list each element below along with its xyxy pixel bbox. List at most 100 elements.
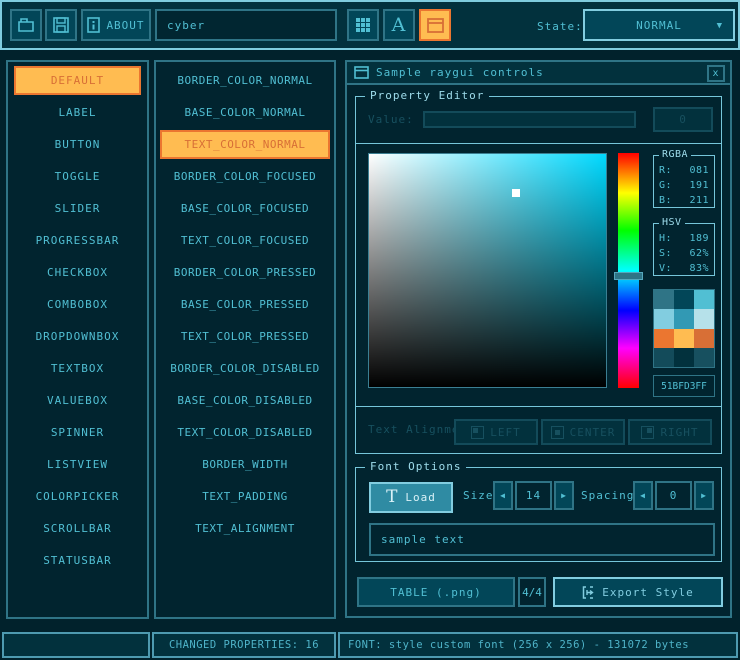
about-button[interactable]: ABOUT <box>81 9 151 41</box>
control-item-valuebox[interactable]: VALUEBOX <box>14 386 141 415</box>
hue-slider[interactable] <box>618 153 639 388</box>
window-titlebar[interactable]: Sample raygui controls x <box>347 62 730 85</box>
controls-list-panel: DEFAULT LABEL BUTTON TOGGLE SLIDER PROGR… <box>6 60 149 619</box>
swatch-border-normal[interactable] <box>654 290 674 309</box>
b-label: B: <box>659 193 672 208</box>
control-item-default[interactable]: DEFAULT <box>14 66 141 95</box>
sample-text-input[interactable]: sample text <box>369 523 715 556</box>
color-saturation-value-panel[interactable] <box>368 153 607 388</box>
style-table-button[interactable] <box>347 9 379 41</box>
prop-item-border-color-pressed[interactable]: BORDER_COLOR_PRESSED <box>160 258 330 287</box>
r-value: 081 <box>689 163 709 178</box>
prop-item-text-alignment[interactable]: TEXT_ALIGNMENT <box>160 514 330 543</box>
rgba-group-label: RGBA <box>659 149 691 160</box>
spacing-decrement-button[interactable]: ◀ <box>633 481 653 510</box>
align-left-toggle[interactable]: LEFT <box>454 419 538 445</box>
spacing-increment-button[interactable]: ▶ <box>694 481 714 510</box>
font-atlas-button[interactable]: A <box>383 9 415 41</box>
prop-item-base-color-disabled[interactable]: BASE_COLOR_DISABLED <box>160 386 330 415</box>
control-item-colorpicker[interactable]: COLORPICKER <box>14 482 141 511</box>
prop-item-text-color-disabled[interactable]: TEXT_COLOR_DISABLED <box>160 418 330 447</box>
state-label: State: <box>537 20 583 33</box>
control-item-dropdownbox[interactable]: DROPDOWNBOX <box>14 322 141 351</box>
swatch-base-disabled[interactable] <box>674 348 694 367</box>
font-options-group-label: Font Options <box>365 460 466 473</box>
prop-item-border-width[interactable]: BORDER_WIDTH <box>160 450 330 479</box>
prop-item-border-color-disabled[interactable]: BORDER_COLOR_DISABLED <box>160 354 330 383</box>
swatch-base-focused[interactable] <box>674 309 694 328</box>
prop-item-base-color-normal[interactable]: BASE_COLOR_NORMAL <box>160 98 330 127</box>
save-style-button[interactable] <box>45 9 77 41</box>
value-box[interactable]: 0 <box>653 107 713 132</box>
rgba-g-row: G: 191 <box>659 178 709 193</box>
align-left-label: LEFT <box>490 426 521 439</box>
h-label: H: <box>659 231 672 246</box>
align-right-label: RIGHT <box>660 426 698 439</box>
load-font-button[interactable]: T Load <box>369 482 453 513</box>
state-dropdown-value: NORMAL <box>636 19 682 32</box>
prop-item-text-padding[interactable]: TEXT_PADDING <box>160 482 330 511</box>
control-item-checkbox[interactable]: CHECKBOX <box>14 258 141 287</box>
spacing-value-box[interactable]: 0 <box>655 481 692 510</box>
control-item-spinner[interactable]: SPINNER <box>14 418 141 447</box>
size-increment-button[interactable]: ▶ <box>554 481 574 510</box>
sample-window-toggle-button[interactable] <box>419 9 451 41</box>
value-slider[interactable] <box>423 111 636 128</box>
swatch-border-pressed[interactable] <box>654 329 674 348</box>
arrow-right-icon: ▶ <box>561 491 567 500</box>
control-item-listview[interactable]: LISTVIEW <box>14 450 141 479</box>
swatch-base-pressed[interactable] <box>674 329 694 348</box>
control-item-textbox[interactable]: TEXTBOX <box>14 354 141 383</box>
sample-text-value: sample text <box>381 533 465 546</box>
prop-item-base-color-focused[interactable]: BASE_COLOR_FOCUSED <box>160 194 330 223</box>
prop-item-text-color-focused[interactable]: TEXT_COLOR_FOCUSED <box>160 226 330 255</box>
s-value: 62% <box>689 246 709 261</box>
prop-item-border-color-focused[interactable]: BORDER_COLOR_FOCUSED <box>160 162 330 191</box>
rgba-b-row: B: 211 <box>659 193 709 208</box>
control-item-toggle[interactable]: TOGGLE <box>14 162 141 191</box>
divider <box>356 406 721 407</box>
control-item-scrollbar[interactable]: SCROLLBAR <box>14 514 141 543</box>
control-item-label[interactable]: LABEL <box>14 98 141 127</box>
swatch-text-normal[interactable] <box>694 290 714 309</box>
hue-slider-handle[interactable] <box>614 272 643 280</box>
prop-item-border-color-normal[interactable]: BORDER_COLOR_NORMAL <box>160 66 330 95</box>
font-options-group: Font Options T Load Size: ◀ 14 ▶ Spacing… <box>355 467 722 562</box>
align-left-icon <box>471 426 484 439</box>
swatch-base-normal[interactable] <box>674 290 694 309</box>
swatch-text-pressed[interactable] <box>694 329 714 348</box>
align-center-toggle[interactable]: CENTER <box>541 419 625 445</box>
control-item-slider[interactable]: SLIDER <box>14 194 141 223</box>
swatch-text-focused[interactable] <box>694 309 714 328</box>
rguistyler-app: ABOUT A <box>0 0 740 660</box>
prop-item-text-color-normal[interactable]: TEXT_COLOR_NORMAL <box>160 130 330 159</box>
control-item-combobox[interactable]: COMBOBOX <box>14 290 141 319</box>
export-style-button[interactable]: Export Style <box>553 577 723 607</box>
swatch-border-focused[interactable] <box>654 309 674 328</box>
open-style-button[interactable] <box>10 9 42 41</box>
hex-color-input[interactable]: 51BFD3FF <box>653 375 715 397</box>
control-item-statusbar[interactable]: STATUSBAR <box>14 546 141 575</box>
window-titlebar-icon <box>354 66 369 79</box>
arrow-left-icon: ◀ <box>500 491 506 500</box>
style-name-input[interactable] <box>155 9 337 41</box>
info-icon <box>87 17 100 33</box>
style-color-swatches <box>653 289 715 368</box>
sample-controls-window: Sample raygui controls x Property Editor… <box>345 60 732 618</box>
prop-item-text-color-pressed[interactable]: TEXT_COLOR_PRESSED <box>160 322 330 351</box>
align-right-toggle[interactable]: RIGHT <box>628 419 712 445</box>
control-item-progressbar[interactable]: PROGRESSBAR <box>14 226 141 255</box>
size-decrement-button[interactable]: ◀ <box>493 481 513 510</box>
color-cursor[interactable] <box>512 189 520 197</box>
font-a-icon: A <box>392 14 407 36</box>
prop-item-base-color-pressed[interactable]: BASE_COLOR_PRESSED <box>160 290 330 319</box>
size-value-box[interactable]: 14 <box>515 481 552 510</box>
swatch-text-disabled[interactable] <box>694 348 714 367</box>
state-dropdown[interactable]: NORMAL ▼ <box>583 9 735 41</box>
font-t-icon: T <box>386 489 398 506</box>
table-png-button[interactable]: TABLE (.png) <box>357 577 515 607</box>
swatch-border-disabled[interactable] <box>654 348 674 367</box>
close-icon[interactable]: x <box>707 65 725 82</box>
hsv-v-row: V: 83% <box>659 261 709 276</box>
control-item-button[interactable]: BUTTON <box>14 130 141 159</box>
